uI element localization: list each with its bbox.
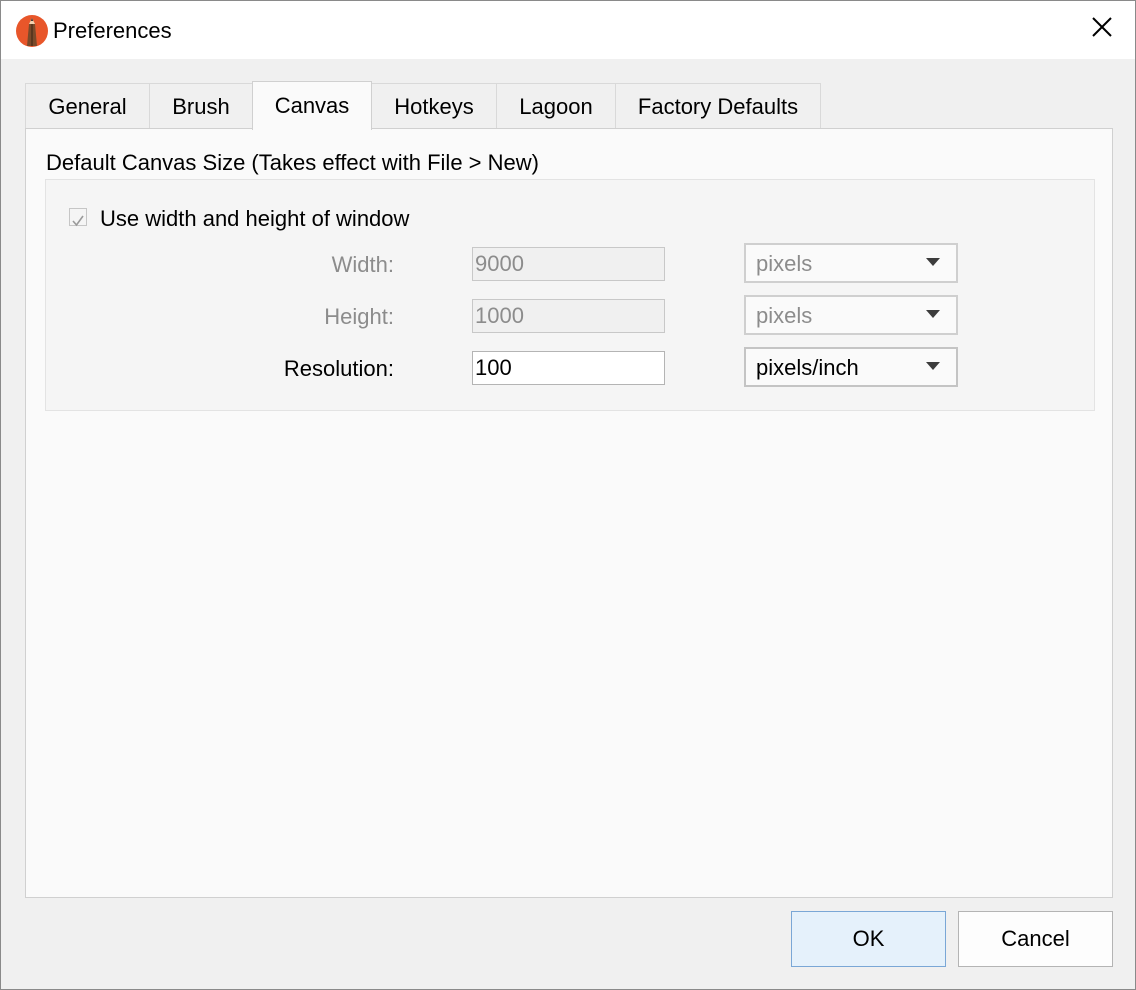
preferences-dialog: Preferences General Brush Canvas Hotkeys… — [0, 0, 1136, 990]
ok-button[interactable]: OK — [791, 911, 946, 967]
checkmark-icon — [72, 215, 84, 227]
close-button[interactable] — [1069, 1, 1135, 59]
close-icon — [1091, 16, 1113, 44]
chevron-down-icon — [926, 258, 940, 266]
width-unit-value: pixels — [756, 251, 813, 276]
tab-hotkeys[interactable]: Hotkeys — [371, 83, 497, 129]
canvas-size-group: Use width and height of window Width: pi… — [45, 179, 1095, 411]
tab-brush[interactable]: Brush — [149, 83, 253, 129]
tab-canvas[interactable]: Canvas — [252, 81, 372, 130]
chevron-down-icon — [926, 310, 940, 318]
resolution-field[interactable] — [472, 351, 665, 385]
window-title: Preferences — [53, 18, 172, 43]
canvas-tab-panel: Default Canvas Size (Takes effect with F… — [25, 128, 1113, 898]
width-label: Width: — [331, 252, 394, 277]
use-window-size-checkbox[interactable] — [69, 208, 87, 227]
resolution-label: Resolution: — [283, 356, 394, 381]
height-label: Height: — [324, 304, 394, 329]
width-field[interactable] — [472, 247, 665, 281]
cancel-button[interactable]: Cancel — [958, 911, 1113, 967]
resolution-unit-select[interactable]: pixels/inch — [744, 347, 958, 387]
pencil-app-icon — [15, 14, 49, 48]
section-title: Default Canvas Size (Takes effect with F… — [46, 150, 539, 175]
tab-general[interactable]: General — [25, 83, 150, 129]
use-window-size-label: Use width and height of window — [100, 206, 410, 231]
resolution-unit-value: pixels/inch — [756, 355, 859, 380]
title-bar: Preferences — [1, 1, 1135, 59]
height-field[interactable] — [472, 299, 665, 333]
tab-factory-defaults[interactable]: Factory Defaults — [615, 83, 821, 129]
width-unit-select[interactable]: pixels — [744, 243, 958, 283]
height-unit-value: pixels — [756, 303, 813, 328]
height-unit-select[interactable]: pixels — [744, 295, 958, 335]
chevron-down-icon — [926, 362, 940, 370]
tab-lagoon[interactable]: Lagoon — [496, 83, 616, 129]
